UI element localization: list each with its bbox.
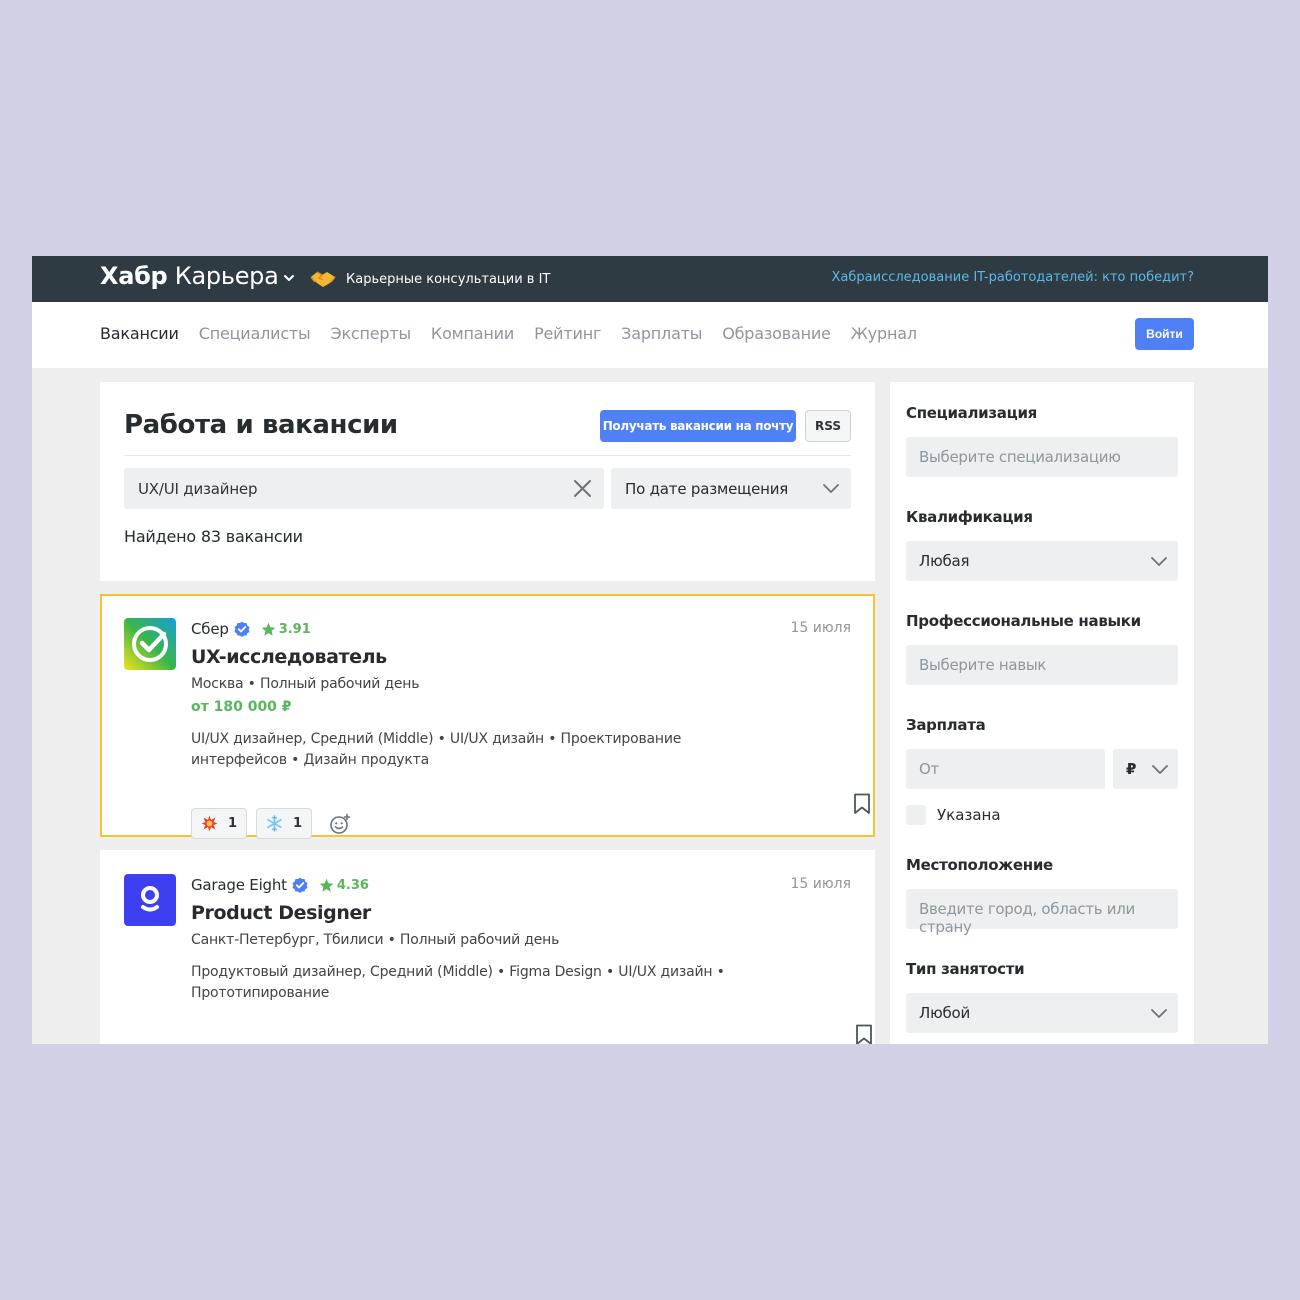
- nav-item-salaries[interactable]: Зарплаты: [621, 324, 702, 343]
- bookmark-icon[interactable]: [855, 1024, 873, 1044]
- main-nav: Вакансии Специалисты Эксперты Компании Р…: [100, 324, 937, 343]
- search-input[interactable]: UX/UI дизайнер: [124, 468, 604, 509]
- company-name[interactable]: Garage Eight: [191, 876, 287, 894]
- consult-text: Карьерные консультации в IT: [346, 271, 551, 287]
- location-label: Местоположение: [906, 856, 1053, 874]
- bookmark-icon[interactable]: [853, 793, 871, 815]
- reaction-fire[interactable]: 1: [191, 808, 247, 839]
- chevron-down-icon: [1151, 1009, 1167, 1018]
- vacancy-body: Сбер 3.91 15 июля UX-исследователь Москв…: [191, 618, 851, 839]
- company-name[interactable]: Сбер: [191, 620, 229, 638]
- star-icon: [319, 878, 334, 892]
- sort-value: По дате размещения: [625, 480, 789, 498]
- verified-icon: [292, 877, 308, 893]
- vacancy-body: Garage Eight 4.36 15 июля Product Design…: [191, 874, 851, 1004]
- specialization-placeholder: Выберите специализацию: [919, 448, 1121, 466]
- handshake-icon: [310, 271, 336, 287]
- salary-specified-checkbox[interactable]: [906, 805, 926, 825]
- salary-from-input[interactable]: От: [906, 749, 1105, 789]
- header-divider: [124, 455, 851, 456]
- sort-select[interactable]: По дате размещения: [611, 468, 851, 509]
- employment-select[interactable]: Любой: [906, 993, 1178, 1033]
- qualification-select[interactable]: Любая: [906, 541, 1178, 581]
- salary-placeholder: От: [919, 760, 939, 778]
- qualification-label: Квалификация: [906, 508, 1033, 526]
- vacancy-salary: от 180 000 ₽: [191, 699, 292, 715]
- rss-button[interactable]: RSS: [805, 410, 851, 442]
- chevron-down-icon: [823, 484, 839, 493]
- nav-item-education[interactable]: Образование: [722, 324, 831, 343]
- chevron-down-icon[interactable]: [282, 271, 296, 285]
- subscribe-email-button[interactable]: Получать вакансии на почту: [600, 410, 796, 442]
- vacancy-date: 15 июля: [790, 876, 851, 892]
- search-value: UX/UI дизайнер: [138, 480, 258, 498]
- currency-value: ₽: [1126, 760, 1137, 778]
- employment-label: Тип занятости: [906, 960, 1025, 978]
- qualification-value: Любая: [919, 552, 970, 570]
- skills-placeholder: Выберите навык: [919, 656, 1047, 674]
- location-placeholder: Введите город, область или страну: [919, 900, 1135, 936]
- company-rating: 4.36: [319, 878, 369, 893]
- vacancy-skills: UI/UX дизайнер, Средний (Middle) • UI/UX…: [191, 731, 682, 768]
- vacancy-card[interactable]: Garage Eight 4.36 15 июля Product Design…: [100, 850, 875, 1044]
- snowflake-icon: [267, 815, 282, 832]
- vacancy-date: 15 июля: [790, 620, 851, 636]
- results-count: Найдено 83 вакансии: [124, 527, 303, 546]
- close-icon[interactable]: [573, 479, 592, 498]
- nav-item-rating[interactable]: Рейтинг: [534, 324, 601, 343]
- location-input[interactable]: Введите город, область или страну: [906, 889, 1178, 936]
- salary-specified-checkbox-row[interactable]: Указана: [906, 805, 1001, 825]
- reaction-snowflake[interactable]: 1: [256, 808, 312, 839]
- star-icon: [261, 622, 275, 636]
- nav-item-experts[interactable]: Эксперты: [330, 324, 411, 343]
- main-nav-bar: Вакансии Специалисты Эксперты Компании Р…: [32, 302, 1268, 368]
- verified-icon: [234, 621, 250, 637]
- vacancy-meta: Санкт-Петербург, Тбилиси • Полный рабочи…: [191, 932, 560, 948]
- nav-item-specialists[interactable]: Специалисты: [199, 324, 311, 343]
- skills-label: Профессиональные навыки: [906, 612, 1141, 630]
- company-line: Garage Eight 4.36: [191, 874, 851, 896]
- skills-input[interactable]: Выберите навык: [906, 645, 1178, 685]
- logo-main: Хабр: [100, 262, 168, 290]
- employment-value: Любой: [919, 1004, 971, 1022]
- browser-window: Хабр Карьера Карьерные консультации в IT…: [32, 256, 1268, 1044]
- rating-value: 4.36: [336, 877, 369, 893]
- vacancy-title[interactable]: UX-исследователь: [191, 646, 851, 668]
- reactions: 1 1: [191, 808, 351, 839]
- salary-label: Зарплата: [906, 716, 986, 734]
- filters-sidebar: Специализация Выберите специализацию Ква…: [890, 382, 1194, 1044]
- chevron-down-icon: [1151, 557, 1167, 566]
- site-logo[interactable]: Хабр Карьера: [100, 262, 279, 290]
- nav-item-companies[interactable]: Компании: [431, 324, 514, 343]
- page-title: Работа и вакансии: [124, 410, 398, 440]
- fire-icon: [201, 815, 218, 832]
- company-line: Сбер 3.91: [191, 618, 851, 640]
- promo-link[interactable]: Хабраисследование IT-работодателей: кто …: [832, 270, 1194, 285]
- chevron-down-icon: [1152, 765, 1168, 774]
- vacancy-skills: Продуктовый дизайнер, Средний (Middle) •…: [191, 964, 725, 1001]
- salary-specified-label: Указана: [937, 806, 1001, 824]
- logo-sub: Карьера: [174, 262, 279, 290]
- rating-value: 3.91: [278, 621, 311, 637]
- consult-link[interactable]: Карьерные консультации в IT: [310, 269, 550, 289]
- company-rating: 3.91: [261, 622, 311, 637]
- reaction-count: 1: [292, 816, 303, 831]
- add-reaction-icon[interactable]: [329, 813, 351, 835]
- vacancy-title[interactable]: Product Designer: [191, 902, 851, 924]
- reaction-count: 1: [227, 816, 238, 831]
- login-button[interactable]: Войти: [1135, 318, 1194, 350]
- nav-item-vacancies[interactable]: Вакансии: [100, 324, 179, 343]
- vacancy-card[interactable]: Сбер 3.91 15 июля UX-исследователь Москв…: [100, 594, 875, 839]
- vacancies-header-card: Работа и вакансии Получать вакансии на п…: [100, 382, 875, 581]
- specialization-select[interactable]: Выберите специализацию: [906, 437, 1178, 477]
- sber-logo-icon: [124, 618, 176, 670]
- currency-select[interactable]: ₽: [1113, 749, 1178, 789]
- top-bar: Хабр Карьера Карьерные консультации в IT…: [32, 256, 1268, 302]
- garage-eight-logo-icon: [124, 874, 176, 926]
- specialization-label: Специализация: [906, 404, 1037, 422]
- nav-item-journal[interactable]: Журнал: [851, 324, 917, 343]
- vacancy-meta: Москва • Полный рабочий день: [191, 676, 420, 692]
